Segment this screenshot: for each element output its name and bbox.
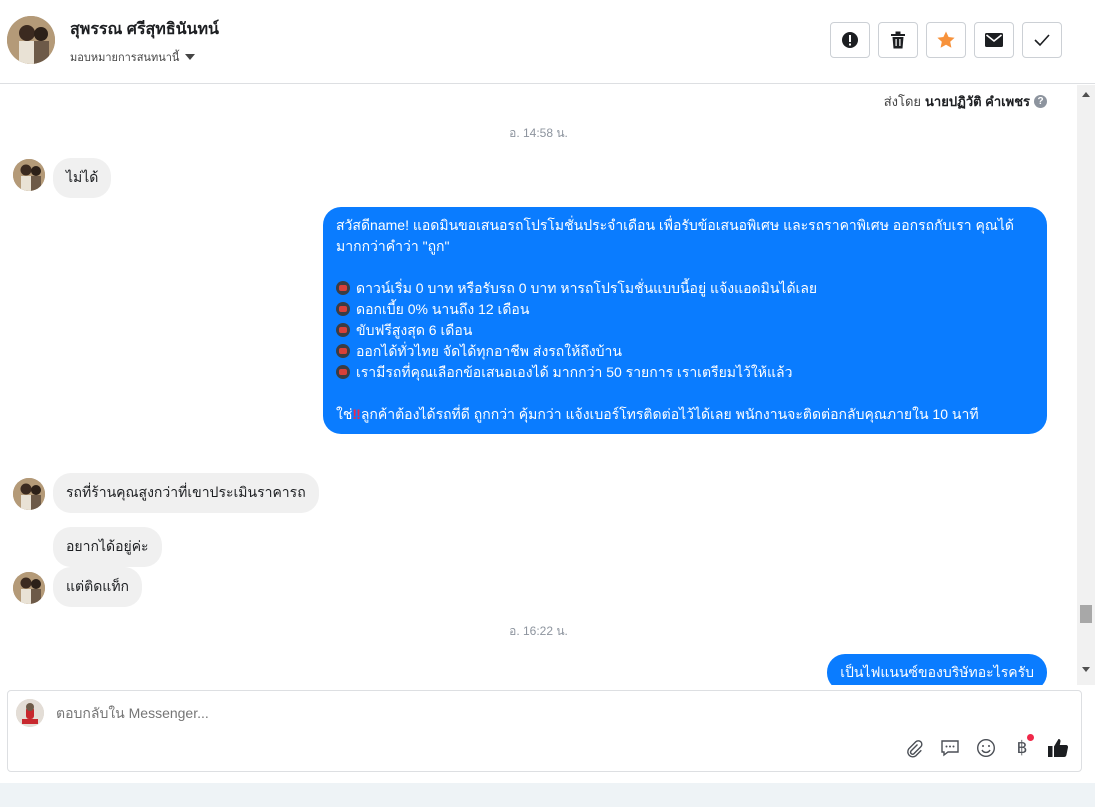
double-exclamation-icon: ‼ (352, 406, 361, 422)
composer-tools: ฿ (903, 734, 1069, 759)
message-bubble-incoming[interactable]: รถที่ร้านคุณสูงกว่าที่เขาประเมินราคารถ (53, 473, 319, 513)
car-emoji-icon (336, 344, 350, 358)
saved-reply-icon (941, 740, 959, 757)
car-emoji-icon (336, 281, 350, 295)
attach-button[interactable] (903, 737, 925, 759)
header-actions (830, 22, 1062, 58)
attach-icon (907, 740, 923, 758)
reply-input[interactable] (56, 705, 856, 721)
avatar (13, 478, 45, 510)
message-intro: สวัสดีname! แอดมินขอเสนอรถโปรโมชั่นประจำ… (336, 217, 1015, 254)
assign-conversation-dropdown[interactable]: มอบหมายการสนทนานี้ (70, 48, 196, 66)
like-button[interactable] (1047, 737, 1069, 759)
mark-done-button[interactable] (1022, 22, 1062, 58)
message-bullet: ขับฟรีสูงสุด 6 เดือน (336, 320, 1034, 341)
car-emoji-icon (336, 365, 350, 379)
emoji-icon (976, 738, 996, 758)
inbox-panel: สุพรรณ ศรีสุทธินันทน์ มอบหมายการสนทนานี้ (0, 0, 1095, 783)
payment-button[interactable]: ฿ (1011, 734, 1034, 759)
message-thread: ส่งโดย นายปฏิวัติ คำเพชร ? อ. 14:58 น. ไ… (0, 85, 1077, 685)
message-bubble-incoming[interactable]: อยากได้อยู่ค่ะ (53, 527, 162, 567)
timestamp: อ. 16:22 น. (509, 624, 568, 638)
emoji-button[interactable] (975, 737, 997, 759)
message-bubble-outgoing[interactable]: เป็นไฟแนนซ์ของบริษัทอะไรครับ (827, 654, 1047, 685)
contact-name[interactable]: สุพรรณ ศรีสุทธินันทน์ (70, 17, 219, 42)
sent-by-line: ส่งโดย นายปฏิวัติ คำเพชร ? (884, 91, 1047, 112)
message-bullet: เรามีรถที่คุณเลือกข้อเสนอเองได้ มากกว่า … (336, 362, 1034, 383)
contact-avatar[interactable] (7, 16, 55, 64)
mark-spam-button[interactable] (830, 22, 870, 58)
timestamp: อ. 14:58 น. (509, 126, 568, 140)
star-button[interactable] (926, 22, 966, 58)
like-icon (1048, 739, 1069, 757)
chevron-down-icon (185, 54, 196, 60)
thread-scrollbar[interactable] (1077, 85, 1095, 685)
scroll-up-arrow-icon[interactable] (1082, 92, 1090, 97)
sent-by-label: ส่งโดย (883, 94, 922, 109)
delete-button[interactable] (878, 22, 918, 58)
check-icon (1034, 34, 1050, 47)
trash-icon (891, 31, 905, 49)
scrollbar-thumb[interactable] (1080, 605, 1092, 623)
mark-unread-button[interactable] (974, 22, 1014, 58)
message-bullet: ดาวน์เริ่ม 0 บาท หรือรับรถ 0 บาท หารถโปร… (336, 278, 1034, 299)
assign-label: มอบหมายการสนทนานี้ (70, 52, 180, 64)
car-emoji-icon (336, 323, 350, 337)
car-emoji-icon (336, 302, 350, 316)
baht-icon: ฿ (1016, 738, 1028, 757)
scroll-down-arrow-icon[interactable] (1082, 667, 1090, 672)
message-bullet: ออกได้ทั่วไทย จัดได้ทุกอาชีพ ส่งรถให้ถึง… (336, 341, 1034, 362)
message-bubble-incoming[interactable]: ไม่ได้ (53, 158, 112, 198)
saved-reply-button[interactable] (939, 737, 961, 759)
alert-icon (842, 32, 858, 48)
page-avatar (16, 699, 44, 727)
reply-composer: ฿ (7, 690, 1082, 772)
notification-dot (1027, 734, 1034, 741)
message-closing: ใช่‼ลูกค้าต้องได้รถที่ดี ถูกกว่า คุ้มกว่… (336, 406, 979, 422)
star-icon (937, 31, 955, 48)
envelope-icon (985, 33, 1003, 47)
message-bubble-incoming[interactable]: แต่ติดแท็ก (53, 567, 143, 607)
sent-by-name: นายปฏิวัติ คำเพชร (925, 94, 1030, 109)
avatar (13, 159, 45, 191)
conversation-header: สุพรรณ ศรีสุทธินันทน์ มอบหมายการสนทนานี้ (0, 0, 1095, 84)
avatar (13, 572, 45, 604)
help-icon[interactable]: ? (1034, 95, 1047, 108)
message-bullet: ดอกเบี้ย 0% นานถึง 12 เดือน (336, 299, 1034, 320)
message-bubble-outgoing[interactable]: สวัสดีname! แอดมินขอเสนอรถโปรโมชั่นประจำ… (323, 207, 1047, 434)
